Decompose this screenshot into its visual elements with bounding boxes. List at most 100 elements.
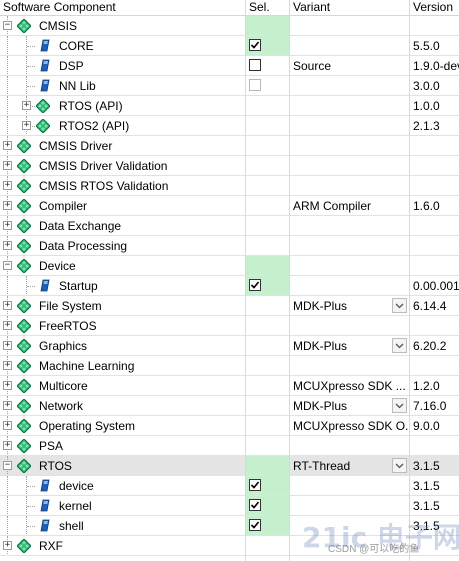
component-cell[interactable]: + Network [0, 396, 245, 416]
tree-row[interactable]: NN Lib 3.0.0 [0, 76, 459, 96]
chevron-down-icon[interactable] [392, 458, 407, 473]
tree-row[interactable]: + RXF [0, 536, 459, 556]
select-checkbox-checked[interactable] [249, 279, 261, 291]
select-checkbox-checked[interactable] [249, 519, 261, 531]
tree-row[interactable]: + PSA [0, 436, 459, 456]
tree-row[interactable]: Startup 0.00.001 [0, 276, 459, 296]
component-cell[interactable]: − Device [0, 256, 245, 276]
tree-row[interactable]: CORE 5.5.0 [0, 36, 459, 56]
component-cell[interactable]: + CMSIS Driver Validation [0, 156, 245, 176]
select-checkbox-checked[interactable] [249, 39, 261, 51]
tree-row[interactable]: + Operating System MCUXpresso SDK O... 9.0.… [0, 416, 459, 436]
expand-icon[interactable]: + [3, 141, 12, 150]
header-version[interactable]: Version [410, 0, 459, 15]
component-cell[interactable]: + Compiler [0, 196, 245, 216]
component-name: DSP [59, 59, 84, 73]
collapse-icon[interactable]: − [3, 461, 12, 470]
chevron-down-icon[interactable] [392, 298, 407, 313]
expand-icon[interactable]: + [3, 381, 12, 390]
chevron-down-icon[interactable] [392, 398, 407, 413]
collapse-icon[interactable]: − [3, 261, 12, 270]
component-class-diamond-icon [35, 98, 51, 114]
tree-row[interactable]: + Data Exchange [0, 216, 459, 236]
component-cell[interactable]: + PSA [0, 436, 245, 456]
tree-row[interactable]: + FreeRTOS [0, 316, 459, 336]
tree-row[interactable]: + CMSIS RTOS Validation [0, 176, 459, 196]
component-cell[interactable]: − RTOS [0, 456, 245, 476]
expand-icon[interactable]: + [3, 241, 12, 250]
tree-row[interactable]: − CMSIS [0, 16, 459, 36]
expand-icon[interactable]: + [22, 121, 31, 130]
component-cell[interactable]: device [0, 476, 245, 496]
tree-line [27, 506, 35, 507]
tree-row[interactable]: DSP Source 1.9.0-dev [0, 56, 459, 76]
component-cell[interactable]: + Operating System [0, 416, 245, 436]
expand-icon[interactable]: + [3, 341, 12, 350]
header-software-component[interactable]: Software Component [0, 0, 245, 15]
collapse-icon[interactable]: − [3, 21, 12, 30]
component-cell[interactable]: NN Lib [0, 76, 245, 96]
component-cell[interactable]: + Machine Learning [0, 356, 245, 376]
tree-row[interactable]: shell 3.1.5 [0, 516, 459, 536]
expand-icon[interactable]: + [3, 441, 12, 450]
variant-cell[interactable]: MDK-Plus [290, 396, 409, 416]
tree-row[interactable]: + Machine Learning [0, 356, 459, 376]
expand-icon[interactable]: + [3, 301, 12, 310]
tree-row[interactable]: + CMSIS Driver [0, 136, 459, 156]
tree-row[interactable]: + CMSIS Driver Validation [0, 156, 459, 176]
tree-row[interactable]: + File System MDK-Plus 6.14.4 [0, 296, 459, 316]
tree-row[interactable]: + Network MDK-Plus 7.16.0 [0, 396, 459, 416]
expand-icon[interactable]: + [3, 201, 12, 210]
tree-row[interactable]: + RTOS2 (API) 2.1.3 [0, 116, 459, 136]
component-cell[interactable]: + Data Exchange [0, 216, 245, 236]
expand-icon[interactable]: + [3, 321, 12, 330]
tree-row[interactable]: + RTOS (API) 1.0.0 [0, 96, 459, 116]
component-cell[interactable]: + RTOS (API) [0, 96, 245, 116]
tree-row[interactable]: device 3.1.5 [0, 476, 459, 496]
expand-icon[interactable]: + [3, 421, 12, 430]
component-cell[interactable]: shell [0, 516, 245, 536]
expand-icon[interactable]: + [3, 401, 12, 410]
component-cell[interactable]: Startup [0, 276, 245, 296]
component-cell[interactable]: DSP [0, 56, 245, 76]
select-checkbox-checked[interactable] [249, 479, 261, 491]
component-file-icon [40, 499, 50, 512]
tree-row[interactable]: + Compiler ARM Compiler 1.6.0 [0, 196, 459, 216]
expand-icon[interactable]: + [3, 221, 12, 230]
sel-cell [246, 136, 290, 156]
tree-row[interactable]: + Data Processing [0, 236, 459, 256]
tree-row[interactable]: − RTOS RT-Thread 3.1.5 [0, 456, 459, 476]
expand-icon[interactable]: + [3, 181, 12, 190]
component-cell[interactable]: + FreeRTOS [0, 316, 245, 336]
expand-icon[interactable]: + [3, 361, 12, 370]
variant-cell[interactable]: RT-Thread [290, 456, 409, 476]
variant-cell[interactable]: MDK-Plus [290, 336, 409, 356]
version-cell: 3.1.5 [410, 476, 459, 496]
component-cell[interactable]: kernel [0, 496, 245, 516]
component-cell[interactable]: + Data Processing [0, 236, 245, 256]
select-checkbox-checked[interactable] [249, 499, 261, 511]
variant-cell[interactable]: MDK-Plus [290, 296, 409, 316]
expand-icon[interactable]: + [3, 161, 12, 170]
expand-icon[interactable]: + [22, 101, 31, 110]
component-cell[interactable]: + File System [0, 296, 245, 316]
component-cell[interactable]: + CMSIS RTOS Validation [0, 176, 245, 196]
component-cell[interactable]: + RTOS2 (API) [0, 116, 245, 136]
expand-icon[interactable]: + [3, 541, 12, 550]
tree-line [7, 476, 8, 495]
component-cell[interactable]: CORE [0, 36, 245, 56]
select-checkbox[interactable] [249, 59, 261, 71]
chevron-down-icon[interactable] [392, 338, 407, 353]
component-cell[interactable]: − CMSIS [0, 16, 245, 36]
version-cell [410, 156, 459, 176]
tree-row[interactable]: + Graphics MDK-Plus 6.20.2 [0, 336, 459, 356]
component-cell[interactable]: + RXF [0, 536, 245, 556]
tree-row[interactable]: + Multicore MCUXpresso SDK ... 1.2.0 [0, 376, 459, 396]
tree-row[interactable]: − Device [0, 256, 459, 276]
tree-row[interactable]: kernel 3.1.5 [0, 496, 459, 516]
component-cell[interactable]: + CMSIS Driver [0, 136, 245, 156]
header-variant[interactable]: Variant [290, 0, 409, 15]
header-sel[interactable]: Sel. [246, 0, 290, 15]
component-cell[interactable]: + Graphics [0, 336, 245, 356]
component-cell[interactable]: + Multicore [0, 376, 245, 396]
